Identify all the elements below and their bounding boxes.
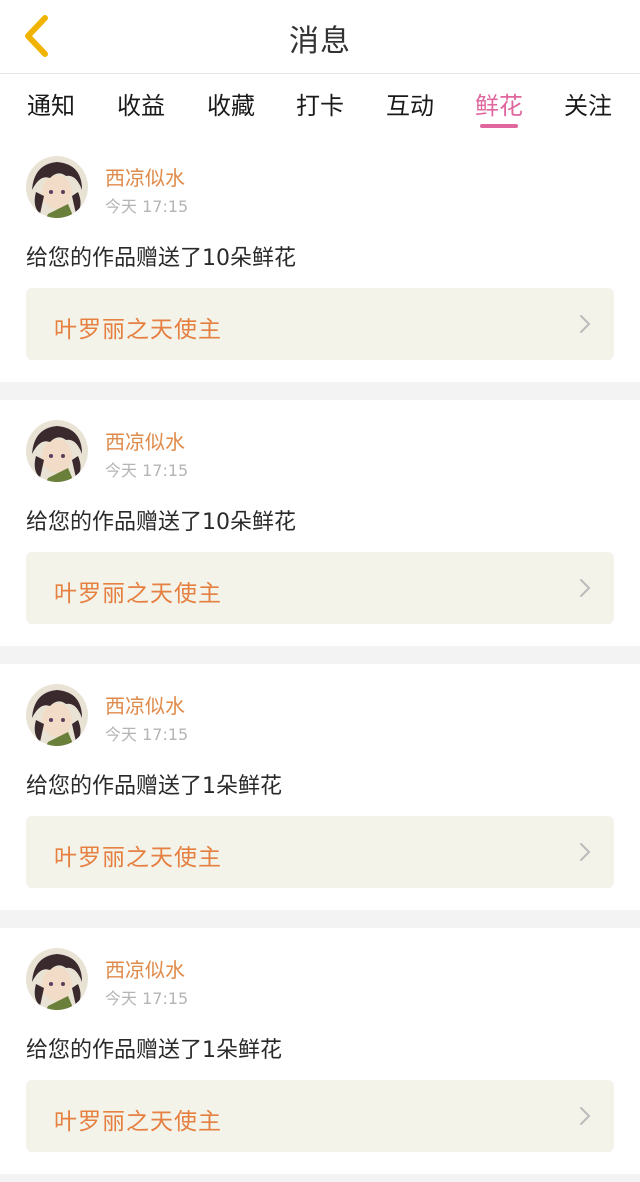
work-title: 叶罗丽之天使主 <box>54 581 222 607</box>
page-title: 消息 <box>289 24 351 59</box>
active-tab-indicator <box>480 124 518 128</box>
message-card: 西凉似水 今天 17:15 给您的作品赠送了1朵鲜花 叶罗丽之天使主 <box>0 664 640 910</box>
tab-bar: 通知 收益 收藏 打卡 互动 鲜花 关注 <box>0 74 640 136</box>
avatar[interactable] <box>26 948 88 1010</box>
message-time: 今天 17:15 <box>105 461 189 480</box>
work-link[interactable]: 叶罗丽之天使主 <box>26 1080 614 1152</box>
chevron-right-icon <box>579 314 591 334</box>
work-title: 叶罗丽之天使主 <box>54 1109 222 1135</box>
chevron-right-icon <box>579 842 591 862</box>
chevron-right-icon <box>579 578 591 598</box>
avatar[interactable] <box>26 684 88 746</box>
message-card: 西凉似水 今天 17:15 给您的作品赠送了10朵鲜花 叶罗丽之天使主 <box>0 400 640 646</box>
message-time: 今天 17:15 <box>105 197 189 216</box>
top-bar: 消息 <box>0 0 640 74</box>
sender-name[interactable]: 西凉似水 <box>105 954 185 983</box>
message-text: 给您的作品赠送了10朵鲜花 <box>26 246 296 271</box>
avatar[interactable] <box>26 420 88 482</box>
tab-favorites[interactable]: 收藏 <box>201 86 261 121</box>
divider <box>0 1174 640 1182</box>
work-link[interactable]: 叶罗丽之天使主 <box>26 552 614 624</box>
work-title: 叶罗丽之天使主 <box>54 845 222 871</box>
chevron-right-icon <box>579 1106 591 1126</box>
message-text: 给您的作品赠送了1朵鲜花 <box>26 774 282 799</box>
tab-earnings[interactable]: 收益 <box>111 86 171 121</box>
tab-notifications[interactable]: 通知 <box>21 86 81 121</box>
message-card: 西凉似水 今天 17:15 给您的作品赠送了1朵鲜花 叶罗丽之天使主 <box>0 928 640 1174</box>
work-title: 叶罗丽之天使主 <box>54 317 222 343</box>
tab-interaction[interactable]: 互动 <box>380 86 440 121</box>
avatar[interactable] <box>26 156 88 218</box>
divider <box>0 910 640 928</box>
tab-checkin[interactable]: 打卡 <box>290 86 350 121</box>
message-text: 给您的作品赠送了10朵鲜花 <box>26 510 296 535</box>
divider <box>0 646 640 664</box>
sender-name[interactable]: 西凉似水 <box>105 426 185 455</box>
message-time: 今天 17:15 <box>105 989 189 1008</box>
message-text: 给您的作品赠送了1朵鲜花 <box>26 1038 282 1063</box>
message-card: 西凉似水 今天 17:15 给您的作品赠送了10朵鲜花 叶罗丽之天使主 <box>0 136 640 382</box>
sender-name[interactable]: 西凉似水 <box>105 162 185 191</box>
work-link[interactable]: 叶罗丽之天使主 <box>26 288 614 360</box>
sender-name[interactable]: 西凉似水 <box>105 690 185 719</box>
work-link[interactable]: 叶罗丽之天使主 <box>26 816 614 888</box>
divider <box>0 382 640 400</box>
tab-flowers[interactable]: 鲜花 <box>469 86 529 121</box>
message-time: 今天 17:15 <box>105 725 189 744</box>
tab-follows[interactable]: 关注 <box>558 86 618 121</box>
